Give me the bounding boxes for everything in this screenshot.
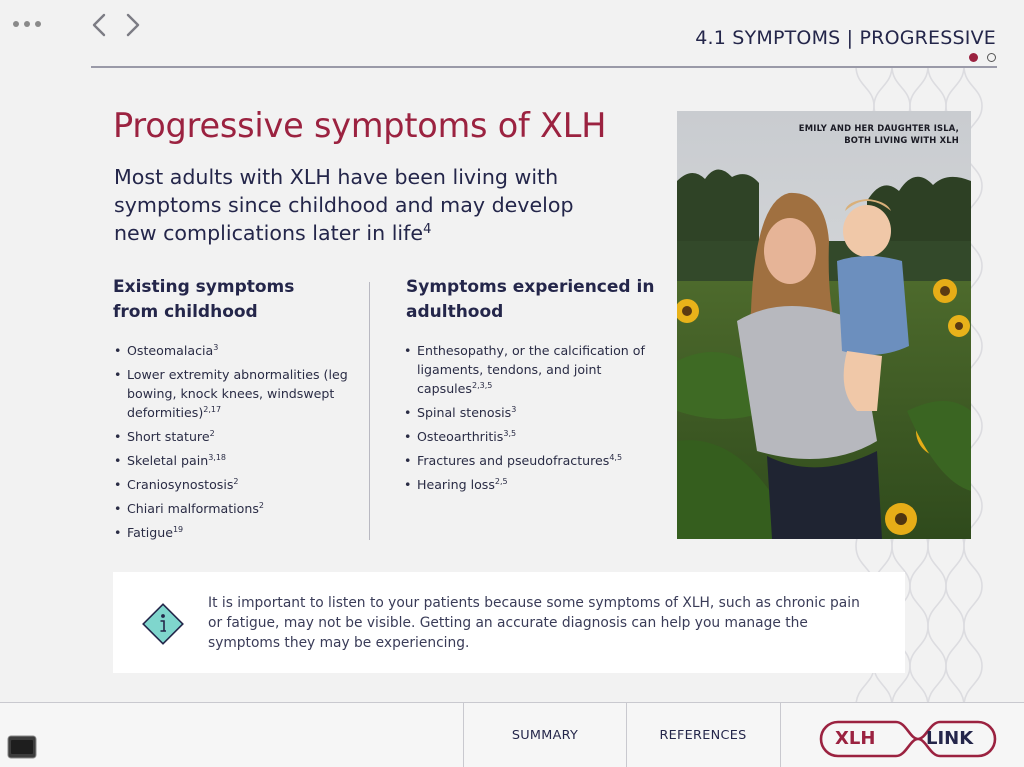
list-item: Osteoarthritis3,5 [404, 427, 654, 446]
column-divider [369, 282, 370, 540]
logo-link-text: LINK [926, 728, 974, 749]
reference-superscript: 2 [233, 477, 239, 486]
summary-button[interactable]: SUMMARY [464, 703, 626, 767]
list-item: Fractures and pseudofractures4,5 [404, 451, 654, 470]
screen-icon[interactable] [6, 733, 38, 760]
symptom-text: Hearing loss [417, 477, 495, 492]
patient-photo: EMILY AND HER DAUGHTER ISLA, BOTH LIVING… [677, 111, 971, 539]
list-item: Skeletal pain3,18 [114, 451, 354, 470]
back-button[interactable] [88, 12, 112, 38]
page-dot-active[interactable] [969, 53, 978, 62]
reference-superscript: 3 [213, 343, 219, 352]
list-item: Fatigue19 [114, 523, 354, 542]
symptom-text: Skeletal pain [127, 453, 209, 468]
caption-line-1: EMILY AND HER DAUGHTER ISLA, [798, 123, 959, 133]
list-item: Lower extremity abnormalities (leg bowin… [114, 365, 354, 422]
symptom-text: Craniosynostosis [127, 477, 234, 492]
reference-superscript: 3,18 [208, 453, 226, 462]
references-button[interactable]: REFERENCES [626, 703, 780, 767]
chevron-right-icon [126, 13, 140, 37]
reference-superscript: 2,17 [203, 405, 222, 414]
reference-superscript: 2,3,5 [472, 381, 493, 390]
page-dot-inactive[interactable] [987, 53, 996, 62]
section-title: 4.1 SYMPTOMS | PROGRESSIVE [695, 27, 996, 49]
symptom-text: Chiari malformations [127, 501, 259, 516]
intro-paragraph: Most adults with XLH have been living wi… [114, 163, 584, 247]
page-indicator [969, 52, 999, 64]
reference-superscript: 3 [511, 405, 517, 414]
list-item: Short stature2 [114, 427, 354, 446]
reference-superscript: 2,5 [494, 477, 508, 486]
more-options-button[interactable] [12, 14, 44, 34]
childhood-symptoms-heading: Existing symptoms from childhood [113, 277, 295, 322]
footer-bar: SUMMARY REFERENCES XLH LINK [0, 702, 1024, 767]
caption-line-2: BOTH LIVING WITH XLH [844, 135, 959, 145]
sunflower-field-photo [677, 111, 971, 539]
intro-reference: 4 [423, 222, 432, 237]
list-item: Osteomalacia3 [114, 341, 354, 360]
symptom-text: Lower extremity abnormalities (leg bowin… [127, 367, 348, 420]
adulthood-symptoms-heading: Symptoms experienced in adulthood [406, 277, 655, 322]
forward-button[interactable] [120, 12, 144, 38]
info-callout-text: It is important to listen to your patien… [208, 595, 860, 651]
list-item: Spinal stenosis3 [404, 403, 654, 422]
chevron-left-icon [92, 13, 106, 37]
symptom-text: Short stature [127, 429, 210, 444]
photo-caption: EMILY AND HER DAUGHTER ISLA, BOTH LIVING… [759, 122, 959, 146]
page-heading: Progressive symptoms of XLH [113, 106, 607, 145]
symptom-text: Osteomalacia [127, 343, 214, 358]
list-item: Craniosynostosis2 [114, 475, 354, 494]
symptom-text: Enthesopathy, or the calcification of li… [417, 343, 645, 396]
reference-superscript: 2 [209, 429, 215, 438]
symptom-text: Spinal stenosis [417, 405, 512, 420]
info-callout: It is important to listen to your patien… [113, 572, 905, 673]
footer-divider [780, 703, 781, 767]
list-item: Hearing loss2,5 [404, 475, 654, 494]
logo-xlh-text: XLH [835, 728, 876, 749]
symptom-text: Fatigue [127, 525, 173, 540]
list-item: Chiari malformations2 [114, 499, 354, 518]
list-item: Enthesopathy, or the calcification of li… [404, 341, 654, 398]
adulthood-symptoms-list: Enthesopathy, or the calcification of li… [404, 341, 654, 499]
reference-superscript: 3,5 [503, 429, 517, 438]
info-diamond-icon [142, 603, 184, 645]
xlh-link-logo[interactable]: XLH LINK [818, 719, 998, 759]
reference-superscript: 19 [172, 525, 184, 534]
childhood-symptoms-list: Osteomalacia3 Lower extremity abnormalit… [114, 341, 354, 547]
symptom-text: Osteoarthritis [417, 429, 504, 444]
symptom-text: Fractures and pseudofractures [417, 453, 610, 468]
reference-superscript: 2 [258, 501, 265, 510]
intro-text: Most adults with XLH have been living wi… [114, 165, 574, 245]
header-divider [91, 66, 997, 68]
reference-superscript: 4,5 [609, 453, 623, 462]
